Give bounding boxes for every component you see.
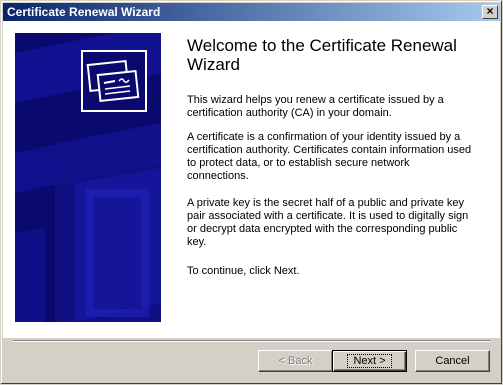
title-bar: Certificate Renewal Wizard × — [3, 3, 500, 21]
back-button[interactable]: < Back — [258, 350, 333, 372]
close-button[interactable]: × — [482, 5, 498, 19]
window-title: Certificate Renewal Wizard — [7, 5, 161, 19]
next-button-label: Next > — [347, 354, 392, 368]
wizard-side-banner — [15, 33, 161, 322]
wizard-window: Certificate Renewal Wizard × Welcome to … — [0, 0, 503, 385]
continue-instruction: To continue, click Next. — [187, 265, 300, 277]
page-title: Welcome to the Certificate Renewal Wizar… — [187, 36, 457, 74]
certificate-icon — [81, 50, 147, 112]
certificate-description: A certificate is a confirmation of your … — [187, 131, 472, 182]
cancel-button[interactable]: Cancel — [415, 350, 490, 372]
wizard-content: Welcome to the Certificate Renewal Wizar… — [3, 21, 500, 338]
private-key-description: A private key is the secret half of a pu… — [187, 197, 469, 248]
close-icon: × — [486, 4, 494, 18]
intro-paragraph: This wizard helps you renew a certificat… — [187, 94, 444, 119]
next-button[interactable]: Next > — [332, 350, 407, 372]
button-divider — [13, 340, 490, 342]
